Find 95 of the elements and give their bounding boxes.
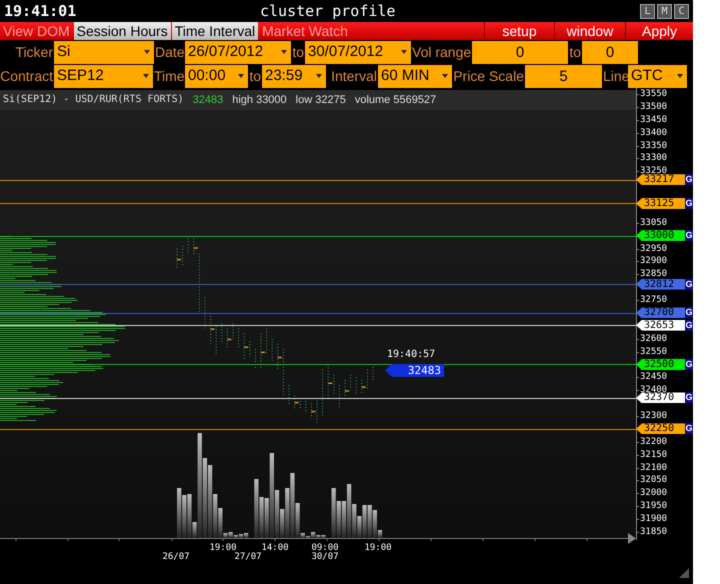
dropdown[interactable]: 30/07/2012 xyxy=(305,40,411,64)
price-label: 32550 xyxy=(639,346,668,357)
time-label: 09:00 xyxy=(311,543,339,553)
field-label: to xyxy=(569,42,581,62)
field-label: Ticker xyxy=(14,42,53,62)
price-level-marker[interactable]: 33217 xyxy=(636,174,685,186)
price-label: 32100 xyxy=(639,462,668,473)
price-label: 32750 xyxy=(639,295,668,306)
level-flag[interactable]: G xyxy=(685,358,693,370)
time-label: 19:00 xyxy=(209,543,237,553)
price-level-marker[interactable]: 33000 xyxy=(636,230,685,242)
field-label: Interval xyxy=(330,66,377,86)
level-flag[interactable]: G xyxy=(685,198,693,209)
price-label: 32900 xyxy=(639,256,668,266)
dropdown[interactable]: 00:00 xyxy=(185,64,248,88)
price-label: 31850 xyxy=(639,526,668,537)
level-flag[interactable]: G xyxy=(685,278,693,290)
field-label: Time xyxy=(154,66,184,86)
price-level-marker[interactable]: 32812 xyxy=(636,278,685,290)
low-price: low 32275 xyxy=(296,93,346,108)
menu-tab[interactable]: Session Hours xyxy=(74,22,171,40)
title-bar-toggle[interactable]: M xyxy=(657,4,672,18)
caret-icon xyxy=(442,74,448,78)
level-flag[interactable]: G xyxy=(685,392,693,404)
price-label: 33500 xyxy=(639,102,668,112)
price-label: 31900 xyxy=(639,514,668,524)
price-label: 33350 xyxy=(639,140,668,151)
price-label: 32850 xyxy=(639,269,668,280)
price-label: 32200 xyxy=(639,436,668,447)
price-label: 32150 xyxy=(639,450,668,460)
price-label: 31950 xyxy=(639,501,668,512)
price-level-marker[interactable]: 32500 xyxy=(636,358,685,370)
instrument-name: Si(SEP12) - USD/RUR(RTS FORTS) xyxy=(3,93,184,107)
time-label: 19:00 xyxy=(364,543,392,553)
level-flag[interactable]: G xyxy=(685,320,693,331)
caret-icon xyxy=(238,74,244,78)
price-level-marker[interactable]: 32250 xyxy=(636,423,685,434)
field-label: Vol range xyxy=(412,42,471,62)
price-label: 33550 xyxy=(639,89,668,99)
field-label: Line xyxy=(603,66,627,86)
field-label: Contract xyxy=(0,66,53,86)
last-trade-time: 19:40:57 xyxy=(387,350,436,360)
input-field[interactable]: 0 xyxy=(472,40,568,64)
volume-total: volume 5569527 xyxy=(354,93,436,108)
dropdown[interactable]: 60 MIN xyxy=(378,64,452,88)
menu-button[interactable]: window xyxy=(554,22,625,40)
menu-button[interactable]: setup xyxy=(484,22,554,40)
dropdown[interactable]: 26/07/2012 xyxy=(185,40,291,64)
date-label: 30/07 xyxy=(311,552,339,562)
dropdown[interactable]: 23:59 xyxy=(262,64,326,88)
input-field[interactable]: 0 xyxy=(582,40,638,64)
price-label: 32450 xyxy=(639,372,668,382)
price-level-marker[interactable]: 32700 xyxy=(636,307,685,318)
level-flag[interactable]: G xyxy=(685,307,693,318)
caret-icon xyxy=(144,50,150,54)
dropdown[interactable]: Si xyxy=(54,40,154,64)
title-bar-toggle[interactable]: L xyxy=(640,4,655,18)
last-price: 32483 xyxy=(192,93,224,108)
level-flag[interactable]: G xyxy=(685,174,693,186)
high-price: high 33000 xyxy=(232,93,287,108)
field-label: Price Scale xyxy=(453,66,524,86)
price-label: 33050 xyxy=(639,218,668,228)
time-label: 14:00 xyxy=(261,543,289,553)
caret-icon xyxy=(401,50,407,54)
dropdown[interactable]: SEP12 xyxy=(54,64,153,88)
resize-grip-icon[interactable] xyxy=(679,568,689,578)
caret-icon xyxy=(281,50,287,54)
field-label: Date xyxy=(155,42,184,62)
date-label: 26/07 xyxy=(162,552,190,562)
title-bar-toggle[interactable]: C xyxy=(674,4,689,18)
input-field[interactable]: 5 xyxy=(525,64,602,88)
caret-icon xyxy=(316,74,322,78)
menu-tab[interactable]: Time Interval xyxy=(172,22,258,40)
price-label: 32000 xyxy=(639,488,668,498)
price-label: 32600 xyxy=(639,334,668,344)
window-title: cluster profile xyxy=(260,0,396,22)
price-level-marker[interactable]: 33125 xyxy=(636,198,685,209)
price-label: 33400 xyxy=(639,128,668,138)
menu-button[interactable]: Apply xyxy=(625,22,693,40)
caret-icon xyxy=(143,74,149,78)
price-label: 32950 xyxy=(639,244,668,254)
level-flag[interactable]: G xyxy=(685,423,693,434)
clock: 19:41:01 xyxy=(4,0,76,22)
caret-icon xyxy=(677,74,683,78)
price-label: 32050 xyxy=(639,475,668,486)
field-label: to xyxy=(292,42,304,62)
field-label: to xyxy=(249,66,261,86)
price-label: 33300 xyxy=(639,153,668,164)
price-label: 32300 xyxy=(639,411,668,421)
dropdown[interactable]: GTC xyxy=(628,64,687,88)
date-label: 27/07 xyxy=(234,552,262,562)
price-label: 33250 xyxy=(639,166,668,176)
price-label: 33450 xyxy=(639,114,668,125)
price-level-marker[interactable]: 32653 xyxy=(636,320,685,331)
level-flag[interactable]: G xyxy=(685,230,693,242)
